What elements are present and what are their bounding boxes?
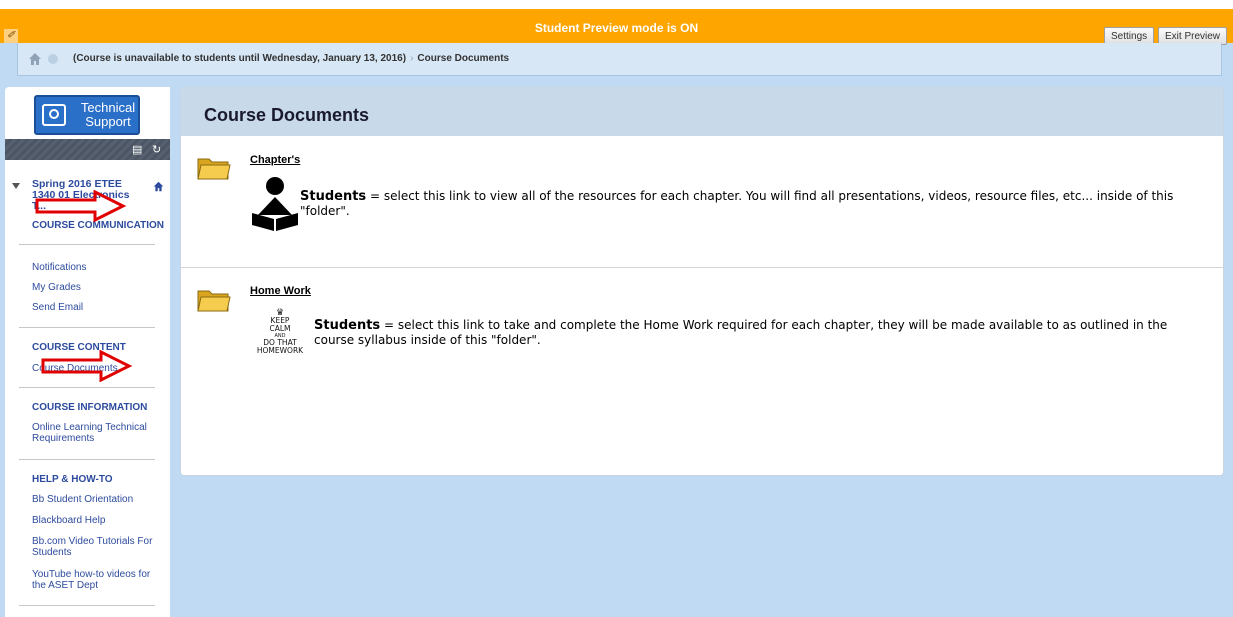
keep-calm-image: ♛ KEEP CALM AND DO THAT HOMEWORK [250,309,310,355]
top-strip [0,0,1233,9]
breadcrumb-current: Course Documents [417,53,510,64]
folder-view-icon[interactable]: ▤ [132,143,142,156]
home-work-description: Students = select this link to take and … [314,318,1194,347]
folder-icon[interactable] [197,287,231,313]
folder-icon[interactable] [197,155,231,181]
nav-online-learning-requirements[interactable]: Online Learning Technical Requirements [32,422,157,444]
keep-calm-line: HOMEWORK [256,346,304,355]
preview-mode-text: Student Preview mode is ON [534,21,699,35]
content-panel: Course Documents Chapter's Students = se… [180,87,1224,476]
refresh-icon[interactable]: ↻ [152,143,161,156]
keep-calm-line: CALM [269,324,291,333]
menu-toolbar: ▤ ↻ [5,139,170,160]
breadcrumb-separator: › [410,53,414,64]
nav-send-email[interactable]: Send Email [32,302,157,313]
technical-support-text: Technical Support [80,100,136,129]
divider [19,327,155,328]
support-badge-icon [42,104,66,126]
student-preview-bar: ✐ Student Preview mode is ON Settings Ex… [0,9,1233,45]
desc-bold: Students [314,318,381,333]
chevron-down-icon[interactable] [48,54,58,64]
content-header: Course Documents [181,88,1223,136]
red-arrow-annotation [41,350,133,382]
breadcrumb: (Course is unavailable to students until… [17,43,1222,76]
nav-bb-video-tutorials[interactable]: Bb.com Video Tutorials For Students [32,536,157,558]
desc-text: = select this link to view all of the re… [300,189,1174,218]
divider [19,387,155,388]
desc-text: = select this link to take and complete … [314,318,1168,347]
nav-blackboard-help[interactable]: Blackboard Help [32,515,157,526]
collapse-triangle-icon[interactable] [12,183,20,189]
nav-youtube-videos[interactable]: YouTube how-to videos for the ASET Dept [32,569,157,591]
course-menu-sidebar: Technical Support ▤ ↻ Spring 2016 ETEE 1… [5,87,170,617]
nav-notifications[interactable]: Notifications [32,262,157,273]
divider [19,244,155,245]
item-divider [181,267,1223,268]
course-home-icon[interactable] [153,181,164,192]
breadcrumb-path: (Course is unavailable to students until… [73,53,509,64]
section-course-information: COURSE INFORMATION [32,402,148,413]
nav-my-grades[interactable]: My Grades [32,282,157,293]
page-title: Course Documents [204,105,370,125]
student-reading-icon [252,177,298,231]
home-icon[interactable] [28,52,42,66]
nav-bb-student-orientation[interactable]: Bb Student Orientation [32,494,157,505]
technical-support-logo[interactable]: Technical Support [34,95,140,135]
chapters-description: Students = select this link to view all … [300,189,1200,218]
divider [19,459,155,460]
home-work-link[interactable]: Home Work [250,285,311,297]
chapters-link[interactable]: Chapter's [250,154,300,166]
section-help-how-to: HELP & HOW-TO [32,474,113,485]
red-arrow-annotation [35,190,127,222]
divider [19,605,155,606]
breadcrumb-course[interactable]: (Course is unavailable to students until… [73,53,406,64]
desc-bold: Students [300,189,367,204]
